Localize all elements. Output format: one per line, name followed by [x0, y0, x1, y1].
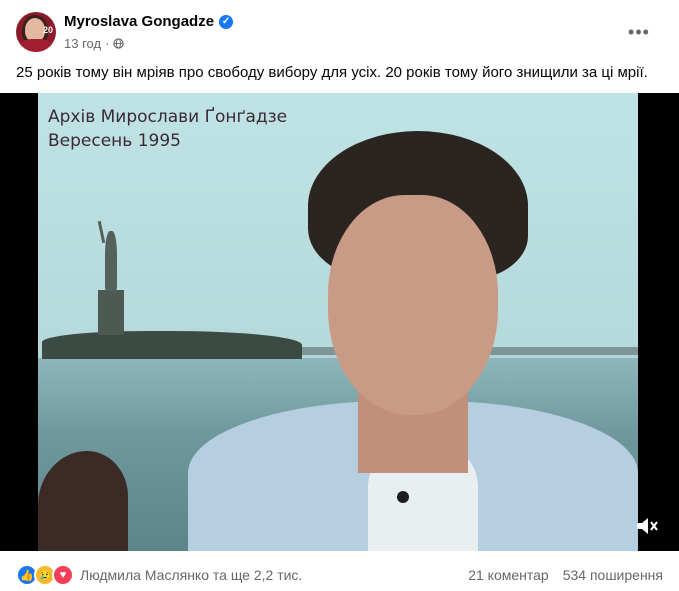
love-icon: ♥ [52, 564, 74, 586]
post-text: 25 років тому він мріяв про свободу вибо… [16, 64, 648, 81]
person-face [328, 195, 498, 415]
avatar[interactable]: 20 [16, 12, 56, 52]
meta-separator: · [105, 36, 110, 51]
statue-of-liberty [105, 231, 117, 291]
video-caption: Архів Мирослави Ґонґадзе Вересень 1995 [48, 105, 287, 153]
video-player[interactable]: Архів Мирослави Ґонґадзе Вересень 1995 [0, 93, 679, 551]
comments-count[interactable]: 21 коментар [468, 567, 549, 583]
facebook-post: 20 Myroslava Gongadze ✓ 13 год · ••• 25 … [0, 0, 679, 591]
avatar-badge: 20 [42, 25, 53, 35]
more-options-button[interactable]: ••• [625, 18, 653, 46]
liberty-island [42, 331, 302, 359]
mute-icon[interactable] [635, 515, 659, 537]
verified-badge-icon: ✓ [219, 14, 234, 29]
globe-icon [113, 38, 125, 49]
post-meta: 13 год · [64, 36, 125, 51]
shares-count[interactable]: 534 поширення [563, 567, 663, 583]
post-footer: 👍 😢 ♥ Людмила Маслянко та ще 2,2 тис. 21… [16, 563, 663, 587]
reaction-icons[interactable]: 👍 😢 ♥ [16, 564, 74, 586]
post-time[interactable]: 13 год [64, 36, 101, 51]
author-name[interactable]: Myroslava Gongadze [64, 13, 214, 30]
caption-line-2: Вересень 1995 [48, 131, 181, 151]
post-header: 20 Myroslava Gongadze ✓ 13 год · ••• [16, 12, 663, 56]
microphone [397, 491, 409, 503]
video-frame: Архів Мирослави Ґонґадзе Вересень 1995 [38, 93, 638, 551]
reaction-names[interactable]: Людмила Маслянко та ще 2,2 тис. [80, 567, 302, 583]
caption-line-1: Архів Мирослави Ґонґадзе [48, 107, 288, 127]
